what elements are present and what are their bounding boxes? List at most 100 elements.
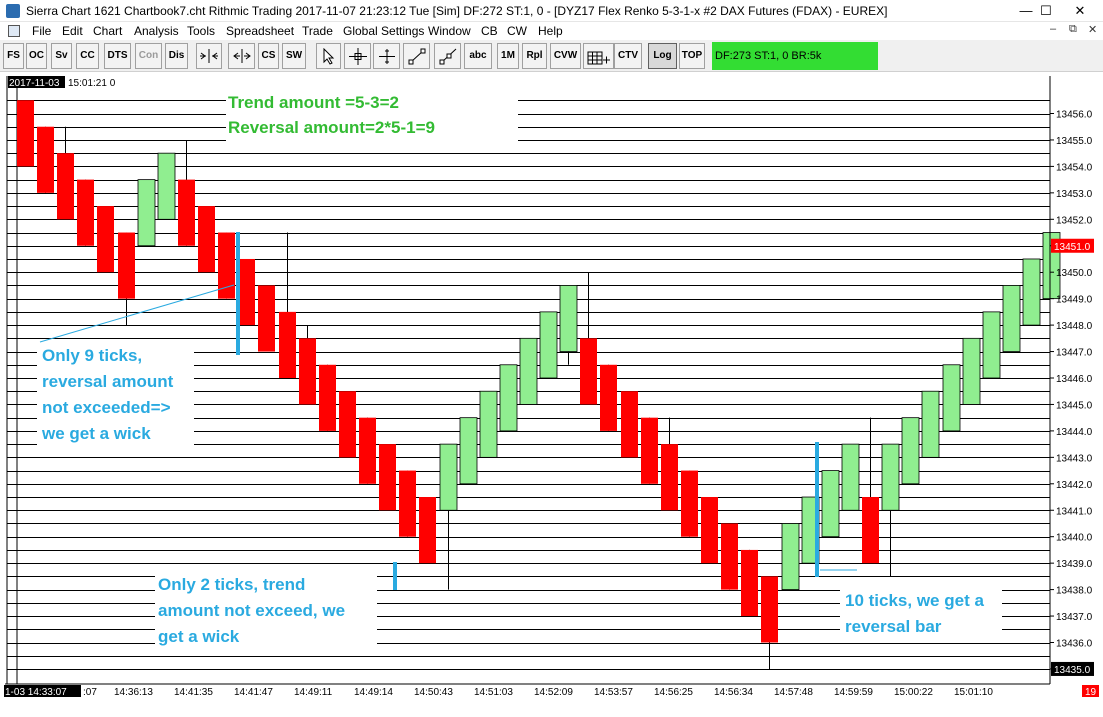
menu-spreadsheet[interactable]: Spreadsheet: [226, 24, 294, 38]
mdi-restore-button[interactable]: ⧉: [1069, 23, 1077, 36]
renko-bar-up[interactable]: [157, 152, 176, 220]
toolbar-cs-button[interactable]: CS: [258, 43, 279, 69]
renko-bar-down[interactable]: [178, 179, 195, 246]
renko-bar-down[interactable]: [621, 391, 638, 458]
menu-cb[interactable]: CB: [481, 24, 498, 38]
close-button[interactable]: ✕: [1057, 0, 1103, 22]
renko-bar-down[interactable]: [339, 391, 356, 458]
toolbar-line-tool-button[interactable]: [403, 43, 430, 69]
menu-tools[interactable]: Tools: [187, 24, 215, 38]
renko-bar-down[interactable]: [319, 364, 336, 431]
renko-bar-up[interactable]: [479, 390, 498, 458]
renko-bar-down[interactable]: [238, 258, 255, 326]
renko-bar-down[interactable]: [118, 232, 135, 299]
toolbar-ray-tool-button[interactable]: [434, 43, 461, 69]
renko-bar-down[interactable]: [741, 549, 758, 617]
menu-window[interactable]: Window: [428, 24, 471, 38]
renko-bar-up[interactable]: [137, 179, 156, 247]
menu-cw[interactable]: CW: [507, 24, 527, 38]
crosshair-icon: [345, 48, 370, 65]
toolbar-cc-button[interactable]: CC: [76, 43, 99, 69]
toolbar-top-button[interactable]: TOP: [679, 43, 705, 69]
renko-bar-up[interactable]: [841, 443, 860, 511]
toolbar-pointer-button[interactable]: [316, 43, 341, 69]
renko-bar-up[interactable]: [982, 311, 1001, 379]
menu-trade[interactable]: Trade: [302, 24, 333, 38]
renko-bar-up[interactable]: [962, 337, 981, 405]
corner-badge: 19: [1085, 687, 1097, 698]
toolbar-crosshair-button[interactable]: [344, 43, 371, 69]
renko-bar-up[interactable]: [942, 364, 961, 432]
renko-bar-down[interactable]: [600, 364, 617, 431]
renko-bar-up[interactable]: [439, 443, 458, 511]
renko-bar-up[interactable]: [921, 390, 940, 458]
toolbar-cursor-cross-button[interactable]: [373, 43, 400, 69]
renko-bar-down[interactable]: [641, 417, 658, 484]
renko-bar-up[interactable]: [881, 443, 900, 511]
toolbar-fs-button[interactable]: FS: [3, 43, 24, 69]
menu-file[interactable]: File: [32, 24, 51, 38]
toolbar-dis-button[interactable]: Dis: [165, 43, 188, 69]
toolbar-log-button[interactable]: Log: [648, 43, 677, 69]
renko-bar-down[interactable]: [701, 497, 718, 564]
renko-bar-down[interactable]: [862, 497, 879, 564]
renko-bar-up[interactable]: [901, 417, 920, 485]
chart-area[interactable]: 2017-11-03 15:01:21 0 Trend amount =5-3=2 R…: [0, 72, 1103, 717]
renko-bar-up[interactable]: [459, 417, 478, 485]
renko-bar-down[interactable]: [57, 153, 74, 220]
menu-help[interactable]: Help: [538, 24, 563, 38]
renko-bar-up[interactable]: [781, 523, 800, 591]
menu-edit[interactable]: Edit: [62, 24, 83, 38]
renko-bar-down[interactable]: [299, 338, 316, 405]
chart-document-icon[interactable]: [8, 25, 20, 37]
price-axis-label: 13436.0: [1056, 639, 1093, 650]
toolbar: FS OC Sv CC DTS Con Dis CS SW abc 1M Rpl CVW CTV Log TO…: [0, 40, 1103, 72]
menu-analysis[interactable]: Analysis: [134, 24, 179, 38]
renko-chart[interactable]: 2017-11-03 15:01:21 0 Trend amount =5-3=2 R…: [0, 72, 1103, 717]
mdi-minimize-button[interactable]: –: [1050, 23, 1056, 35]
ray-tool-icon: [435, 48, 460, 65]
renko-bar-down[interactable]: [37, 126, 54, 193]
toolbar-1m-button[interactable]: 1M: [497, 43, 519, 69]
renko-bar-up[interactable]: [559, 285, 578, 352]
renko-bar-down[interactable]: [761, 576, 778, 643]
renko-bar-down[interactable]: [258, 285, 275, 352]
renko-bar-up[interactable]: [539, 311, 558, 379]
renko-bar-up[interactable]: [499, 364, 518, 432]
renko-bar-down[interactable]: [17, 100, 34, 167]
toolbar-rpl-button[interactable]: Rpl: [522, 43, 547, 69]
toolbar-scale-in-button[interactable]: [196, 43, 222, 69]
renko-bar-down[interactable]: [279, 311, 296, 378]
renko-bar-down[interactable]: [359, 417, 376, 484]
renko-bar-up[interactable]: [1022, 258, 1041, 326]
time-axis-label: 14:56:34: [714, 687, 753, 698]
toolbar-sw-button[interactable]: SW: [282, 43, 306, 69]
renko-bar-down[interactable]: [379, 444, 396, 511]
toolbar-scale-out-button[interactable]: [228, 43, 255, 69]
annotation-note1-line: reversal amount: [42, 372, 174, 391]
renko-bar-down[interactable]: [77, 179, 94, 246]
renko-bar-down[interactable]: [681, 470, 698, 537]
menu-chart[interactable]: Chart: [93, 24, 122, 38]
toolbar-sv-button[interactable]: Sv: [51, 43, 72, 69]
toolbar-con-button[interactable]: Con: [135, 43, 162, 69]
renko-bar-down[interactable]: [721, 523, 738, 590]
renko-bar-up[interactable]: [821, 470, 840, 538]
renko-bar-down[interactable]: [97, 206, 114, 273]
toolbar-abc-button[interactable]: abc: [464, 43, 492, 69]
renko-bar-down[interactable]: [580, 338, 597, 405]
renko-bar-up[interactable]: [1002, 285, 1021, 352]
date-label: 2017-11-03: [9, 78, 60, 89]
toolbar-ctv-button[interactable]: CTV: [614, 43, 642, 69]
renko-bar-down[interactable]: [419, 497, 436, 564]
toolbar-tpo-button[interactable]: [583, 43, 614, 69]
renko-bar-up[interactable]: [519, 337, 538, 405]
mdi-close-button[interactable]: ✕: [1088, 23, 1097, 36]
renko-bar-down[interactable]: [399, 470, 416, 537]
toolbar-cvw-button[interactable]: CVW: [550, 43, 581, 69]
toolbar-oc-button[interactable]: OC: [26, 43, 47, 69]
toolbar-dts-button[interactable]: DTS: [104, 43, 131, 69]
renko-bar-down[interactable]: [661, 444, 678, 511]
renko-bar-down[interactable]: [198, 206, 215, 273]
menu-global-settings[interactable]: Global Settings: [343, 24, 424, 38]
